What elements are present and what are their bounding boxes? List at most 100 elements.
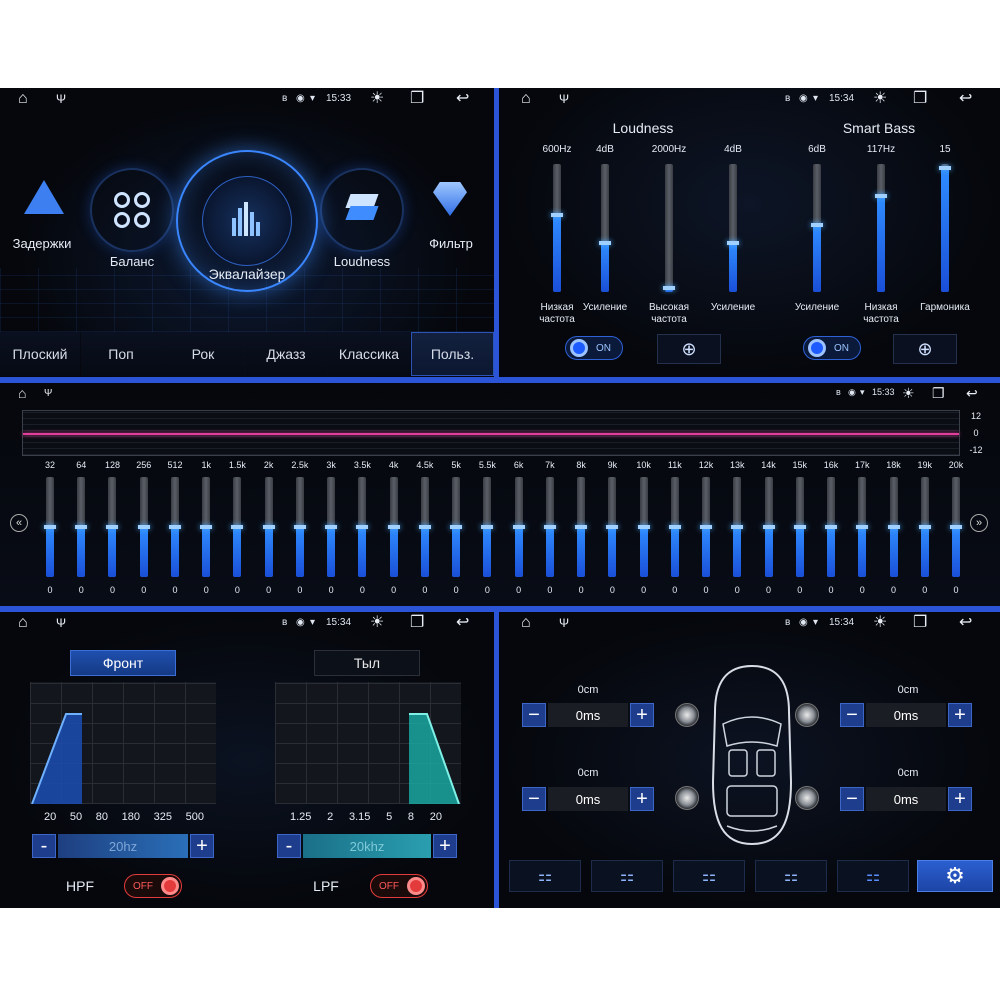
eq-band-slider[interactable] <box>262 477 275 577</box>
slider-thumb[interactable] <box>168 525 181 529</box>
seat-preset-front-left-button[interactable]: ⚏ <box>591 860 663 892</box>
slider-thumb[interactable] <box>727 241 739 246</box>
back-icon[interactable]: ↩ <box>456 90 469 108</box>
hpf-toggle[interactable]: OFF <box>124 874 182 898</box>
eq-band-slider[interactable] <box>762 477 775 577</box>
eq-band-slider[interactable] <box>293 477 306 577</box>
brightness-icon[interactable]: ☀ <box>873 614 887 632</box>
preset-custom[interactable]: Польз. <box>411 332 494 376</box>
slider-thumb[interactable] <box>575 525 588 529</box>
loudness-slider[interactable] <box>875 164 887 292</box>
slider-thumb[interactable] <box>856 525 869 529</box>
back-icon[interactable]: ↩ <box>959 614 972 632</box>
eq-band-slider[interactable] <box>887 477 900 577</box>
brightness-icon[interactable]: ☀ <box>370 90 384 108</box>
eq-band-slider[interactable] <box>418 477 431 577</box>
eq-band-slider[interactable] <box>168 477 181 577</box>
channel-fl-plus-button[interactable]: + <box>630 703 654 727</box>
eq-band-slider[interactable] <box>387 477 400 577</box>
eq-next-button[interactable]: » <box>970 514 988 532</box>
slider-thumb[interactable] <box>262 525 275 529</box>
channel-fr-minus-button[interactable]: − <box>840 703 864 727</box>
eq-band-slider[interactable] <box>918 477 931 577</box>
slider-thumb[interactable] <box>762 525 775 529</box>
slider-thumb[interactable] <box>75 525 88 529</box>
eq-band-slider[interactable] <box>637 477 650 577</box>
smart-bass-settings-button[interactable]: ⊕ <box>893 334 957 364</box>
effect-filter[interactable]: Фильтр <box>416 180 486 260</box>
slider-thumb[interactable] <box>606 525 619 529</box>
lpf-plus-button[interactable]: + <box>433 834 457 858</box>
slider-thumb[interactable] <box>875 194 887 198</box>
loudness-slider[interactable] <box>939 164 951 292</box>
eq-band-slider[interactable] <box>606 477 619 577</box>
brightness-icon[interactable]: ☀ <box>902 384 915 402</box>
eq-band-slider[interactable] <box>856 477 869 577</box>
effect-balance[interactable]: Баланс <box>90 168 174 278</box>
channel-rr-plus-button[interactable]: + <box>948 787 972 811</box>
preset-rock[interactable]: Рок <box>162 332 244 376</box>
eq-band-slider[interactable] <box>700 477 713 577</box>
slider-thumb[interactable] <box>450 525 463 529</box>
home-icon[interactable]: ⌂ <box>18 614 28 632</box>
eq-band-slider[interactable] <box>231 477 244 577</box>
preset-jazz[interactable]: Джазз <box>245 332 327 376</box>
seat-preset-all-button[interactable]: ⚏ <box>509 860 581 892</box>
home-icon[interactable]: ⌂ <box>18 384 26 402</box>
eq-band-slider[interactable] <box>137 477 150 577</box>
recent-apps-icon[interactable]: ❐ <box>410 90 424 108</box>
slider-thumb[interactable] <box>793 525 806 529</box>
recent-apps-icon[interactable]: ❐ <box>410 614 424 632</box>
eq-band-slider[interactable] <box>950 477 962 577</box>
eq-band-slider[interactable] <box>512 477 525 577</box>
preset-flat[interactable]: Плоский <box>0 332 80 376</box>
smart-bass-toggle[interactable]: ON <box>803 336 861 360</box>
slider-thumb[interactable] <box>918 525 931 529</box>
loudness-slider[interactable] <box>727 164 739 292</box>
slider-thumb[interactable] <box>137 525 150 529</box>
eq-prev-button[interactable]: « <box>10 514 28 532</box>
lpf-toggle[interactable]: OFF <box>370 874 428 898</box>
eq-band-slider[interactable] <box>106 477 119 577</box>
brightness-icon[interactable]: ☀ <box>370 614 384 632</box>
loudness-slider[interactable] <box>599 164 611 292</box>
slider-thumb[interactable] <box>663 286 675 291</box>
recent-apps-icon[interactable]: ❐ <box>913 90 927 108</box>
hpf-minus-button[interactable]: - <box>32 834 56 858</box>
eq-band-slider[interactable] <box>575 477 588 577</box>
slider-thumb[interactable] <box>418 525 431 529</box>
slider-thumb[interactable] <box>825 525 838 529</box>
preset-pop[interactable]: Поп <box>81 332 161 376</box>
slider-thumb[interactable] <box>44 525 56 529</box>
slider-thumb[interactable] <box>356 525 369 529</box>
loudness-toggle[interactable]: ON <box>565 336 623 360</box>
eq-band-slider[interactable] <box>731 477 744 577</box>
tab-front[interactable]: Фронт <box>70 650 176 676</box>
effect-equalizer[interactable]: Эквалайзер <box>176 150 318 300</box>
slider-thumb[interactable] <box>731 525 744 529</box>
slider-thumb[interactable] <box>481 525 494 529</box>
channel-rl-minus-button[interactable]: − <box>522 787 546 811</box>
hpf-plus-button[interactable]: + <box>190 834 214 858</box>
eq-band-slider[interactable] <box>200 477 213 577</box>
effect-loudness[interactable]: Loudness <box>320 168 404 278</box>
channel-rl-plus-button[interactable]: + <box>630 787 654 811</box>
slider-thumb[interactable] <box>599 241 611 246</box>
eq-band-slider[interactable] <box>44 477 56 577</box>
loudness-slider[interactable] <box>811 164 823 292</box>
eq-band-slider[interactable] <box>668 477 681 577</box>
loudness-slider[interactable] <box>551 164 563 292</box>
slider-thumb[interactable] <box>325 525 338 529</box>
channel-fl-minus-button[interactable]: − <box>522 703 546 727</box>
slider-thumb[interactable] <box>543 525 556 529</box>
seat-preset-front-button[interactable]: ⚏ <box>755 860 827 892</box>
eq-band-slider[interactable] <box>450 477 463 577</box>
slider-thumb[interactable] <box>231 525 244 529</box>
eq-band-slider[interactable] <box>356 477 369 577</box>
slider-thumb[interactable] <box>293 525 306 529</box>
recent-apps-icon[interactable]: ❐ <box>932 384 945 402</box>
eq-band-slider[interactable] <box>793 477 806 577</box>
slider-thumb[interactable] <box>950 525 962 529</box>
channel-fr-plus-button[interactable]: + <box>948 703 972 727</box>
slider-thumb[interactable] <box>668 525 681 529</box>
